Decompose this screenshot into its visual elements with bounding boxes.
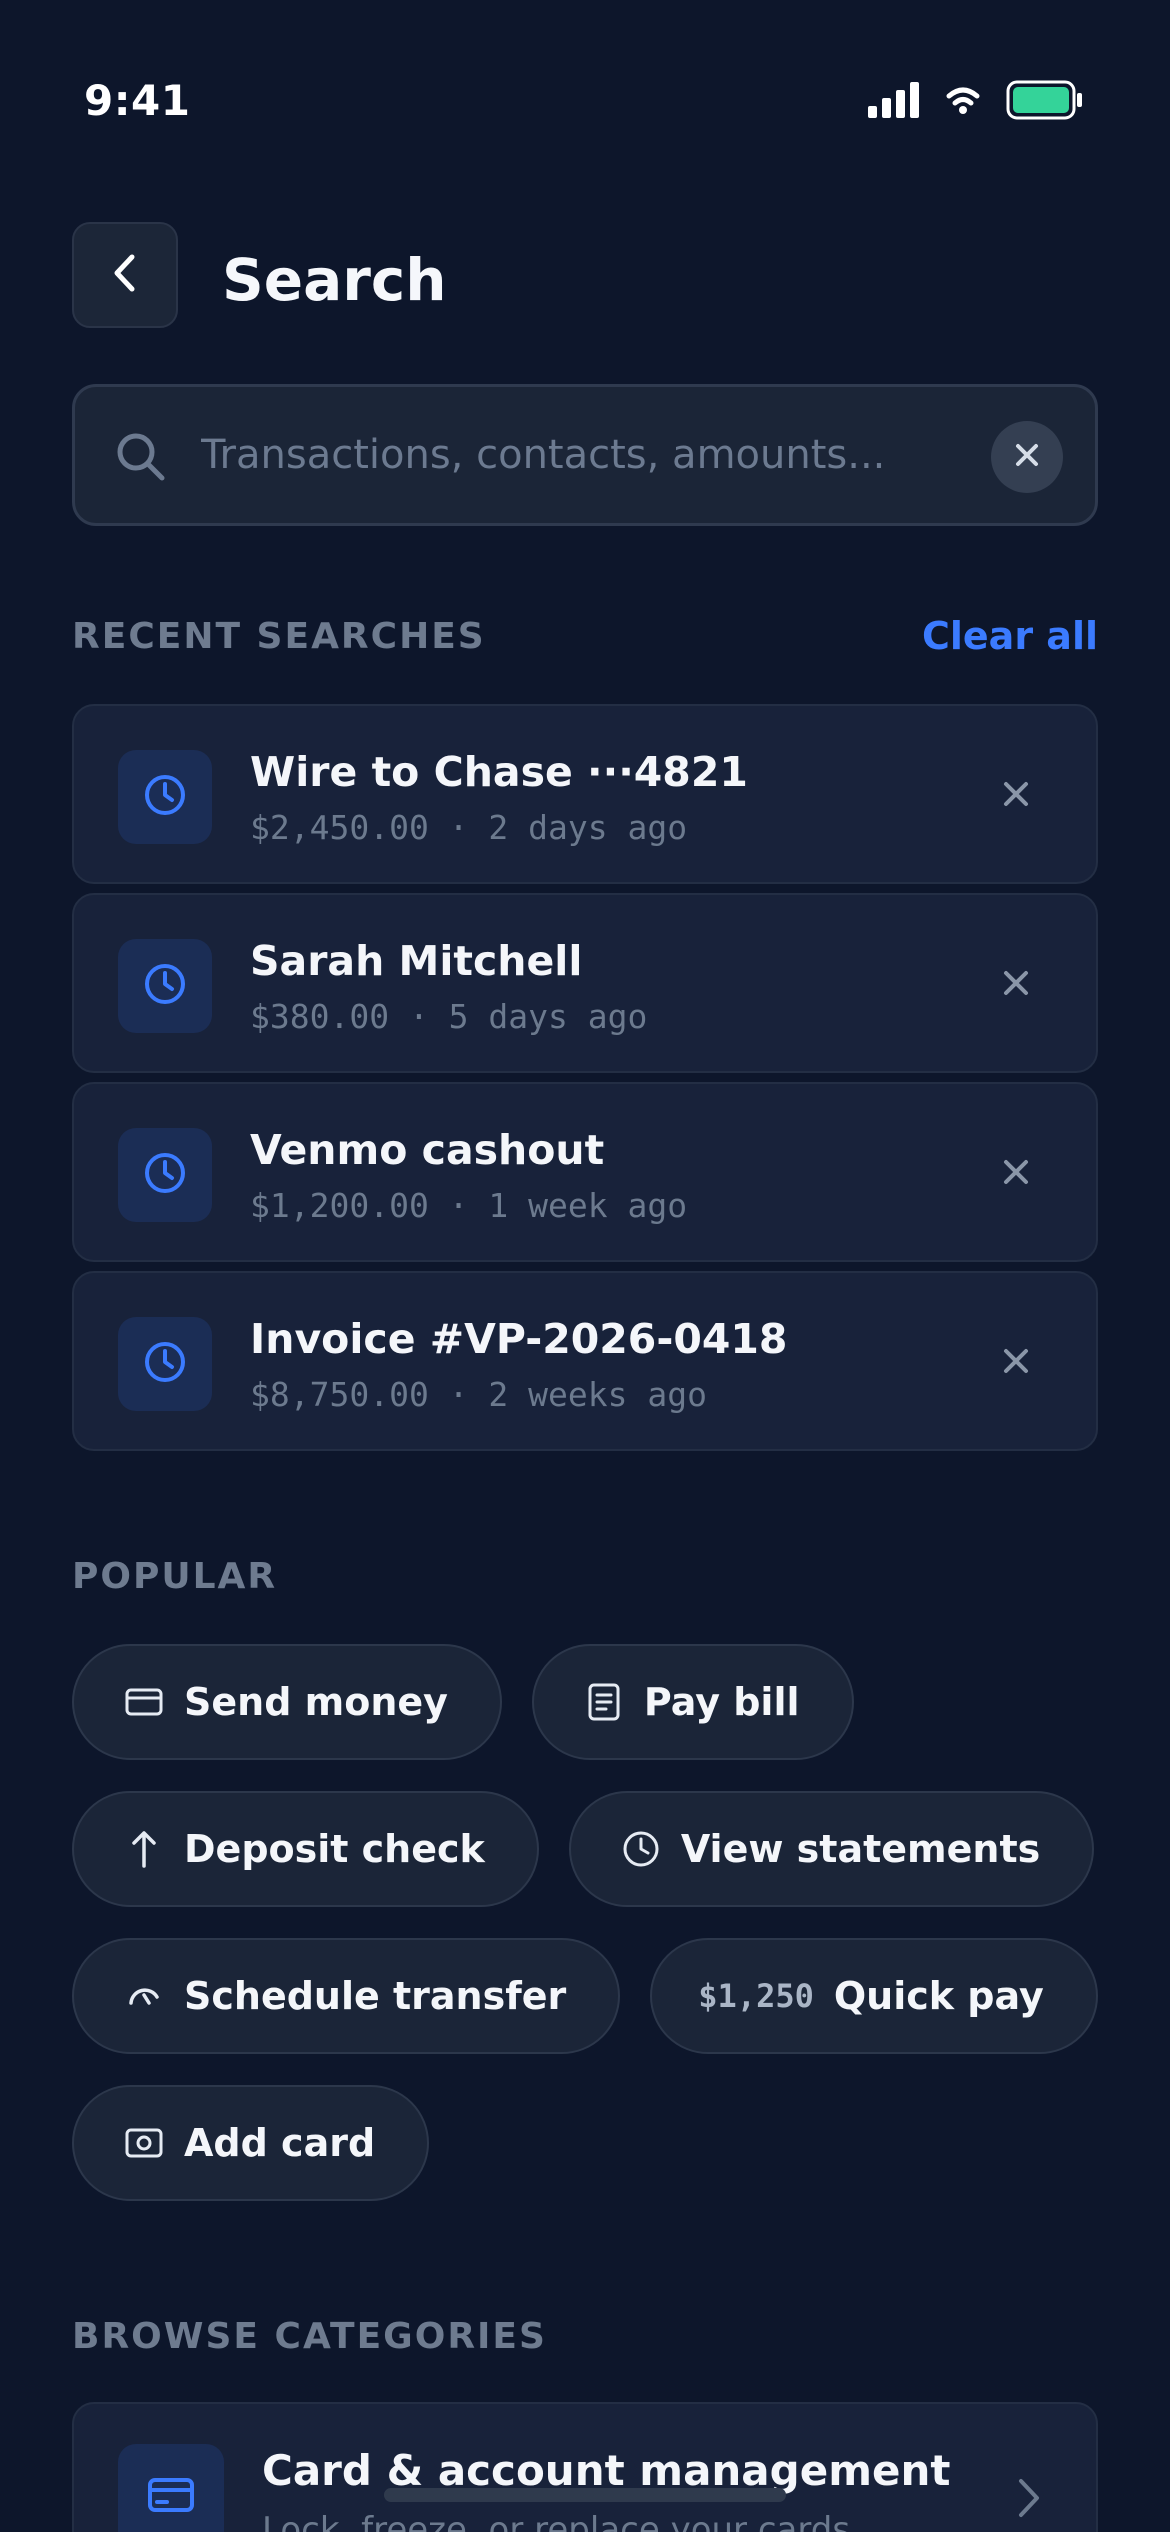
chip-label: Send money (184, 1680, 448, 1724)
credit-card-icon (147, 2476, 195, 2518)
chevron-right-icon (1016, 2476, 1042, 2524)
chip-add-card[interactable]: Add card (72, 2085, 430, 2201)
refresh-icon (124, 1976, 164, 2016)
close-icon (1003, 1348, 1029, 1378)
category-icon-wrap (118, 2444, 224, 2532)
close-icon (1014, 442, 1040, 472)
recent-searches-header: RECENT SEARCHES (72, 616, 486, 657)
recent-search-title: Wire to Chase ···4821 (250, 748, 748, 796)
remove-recent-button[interactable] (992, 961, 1040, 1009)
category-card-account-management[interactable]: Card & account management Lock, freeze, … (72, 2402, 1098, 2532)
history-icon-wrap (118, 750, 212, 844)
chip-label: Schedule transfer (184, 1974, 567, 2018)
recent-search-meta: $8,750.00 · 2 weeks ago (250, 1375, 707, 1414)
recent-search-title: Sarah Mitchell (250, 937, 583, 985)
recent-search-meta: $380.00 · 5 days ago (250, 997, 648, 1036)
recent-search-meta: $1,200.00 · 1 week ago (250, 1186, 688, 1225)
clock-icon (142, 961, 188, 1011)
recent-searches-list: Wire to Chase ···4821 $2,450.00 · 2 days… (72, 704, 1098, 1460)
popular-chips: Send money Pay bill Deposit check View s… (72, 1644, 1098, 2201)
clock-icon (142, 1339, 188, 1389)
chevron-left-icon (110, 253, 140, 297)
battery-icon (1006, 80, 1084, 124)
recent-search-item[interactable]: Invoice #VP-2026-0418 $8,750.00 · 2 week… (72, 1271, 1098, 1451)
receipt-icon (584, 1682, 624, 1722)
history-icon-wrap (118, 1128, 212, 1222)
recent-search-title: Invoice #VP-2026-0418 (250, 1315, 788, 1363)
chip-label: Quick pay (833, 1974, 1044, 2018)
recent-search-title: Venmo cashout (250, 1126, 605, 1174)
chip-amount: $1,250 (698, 1977, 814, 2015)
page-title: Search (222, 246, 447, 314)
search-icon (115, 431, 167, 487)
search-box[interactable] (72, 384, 1098, 526)
recent-search-item[interactable]: Sarah Mitchell $380.00 · 5 days ago (72, 893, 1098, 1073)
remove-recent-button[interactable] (992, 1150, 1040, 1198)
signal-icon (868, 82, 920, 122)
clock-icon (142, 1150, 188, 1200)
camera-icon (124, 2123, 164, 2163)
browse-categories-header: BROWSE CATEGORIES (72, 2316, 547, 2357)
chip-quick-pay[interactable]: $1,250 Quick pay (650, 1938, 1098, 2054)
card-icon (124, 1682, 164, 1722)
history-icon-wrap (118, 1317, 212, 1411)
history-icon-wrap (118, 939, 212, 1033)
arrow-up-icon (124, 1829, 164, 1869)
recent-search-meta: $2,450.00 · 2 days ago (250, 808, 688, 847)
search-screen: 9:41 Search Transactions, contacts, amou… (0, 0, 1170, 2532)
clock-icon (142, 772, 188, 822)
chip-view-statements[interactable]: View statements (568, 1791, 1095, 1907)
clear-all-button[interactable]: Clear all (922, 614, 1098, 658)
chip-label: Add card (184, 2121, 376, 2165)
chip-label: Deposit check (184, 1827, 485, 1871)
close-icon (1003, 1159, 1029, 1189)
close-icon (1003, 970, 1029, 1000)
recent-search-item[interactable]: Wire to Chase ···4821 $2,450.00 · 2 days… (72, 704, 1098, 884)
clear-search-button[interactable] (991, 421, 1063, 493)
status-time: 9:41 (84, 76, 191, 125)
chip-label: Pay bill (643, 1680, 800, 1724)
remove-recent-button[interactable] (992, 1339, 1040, 1387)
search-input[interactable] (201, 417, 1021, 493)
close-icon (1003, 781, 1029, 811)
remove-recent-button[interactable] (992, 772, 1040, 820)
clock-icon (621, 1829, 661, 1869)
status-icons (868, 80, 1084, 124)
wifi-icon (946, 85, 980, 119)
status-bar: 9:41 (0, 0, 1170, 150)
chip-deposit-check[interactable]: Deposit check (72, 1791, 539, 1907)
chip-schedule-transfer[interactable]: Schedule transfer (72, 1938, 621, 2054)
category-subtitle: Lock, freeze, or replace your cards (262, 2510, 851, 2532)
back-button[interactable] (72, 222, 178, 328)
chip-label: View statements (680, 1827, 1041, 1871)
chip-send-money[interactable]: Send money (72, 1644, 502, 1760)
chip-pay-bill[interactable]: Pay bill (531, 1644, 854, 1760)
popular-header: POPULAR (72, 1556, 278, 1597)
recent-search-item[interactable]: Venmo cashout $1,200.00 · 1 week ago (72, 1082, 1098, 1262)
home-indicator[interactable] (384, 2488, 786, 2502)
